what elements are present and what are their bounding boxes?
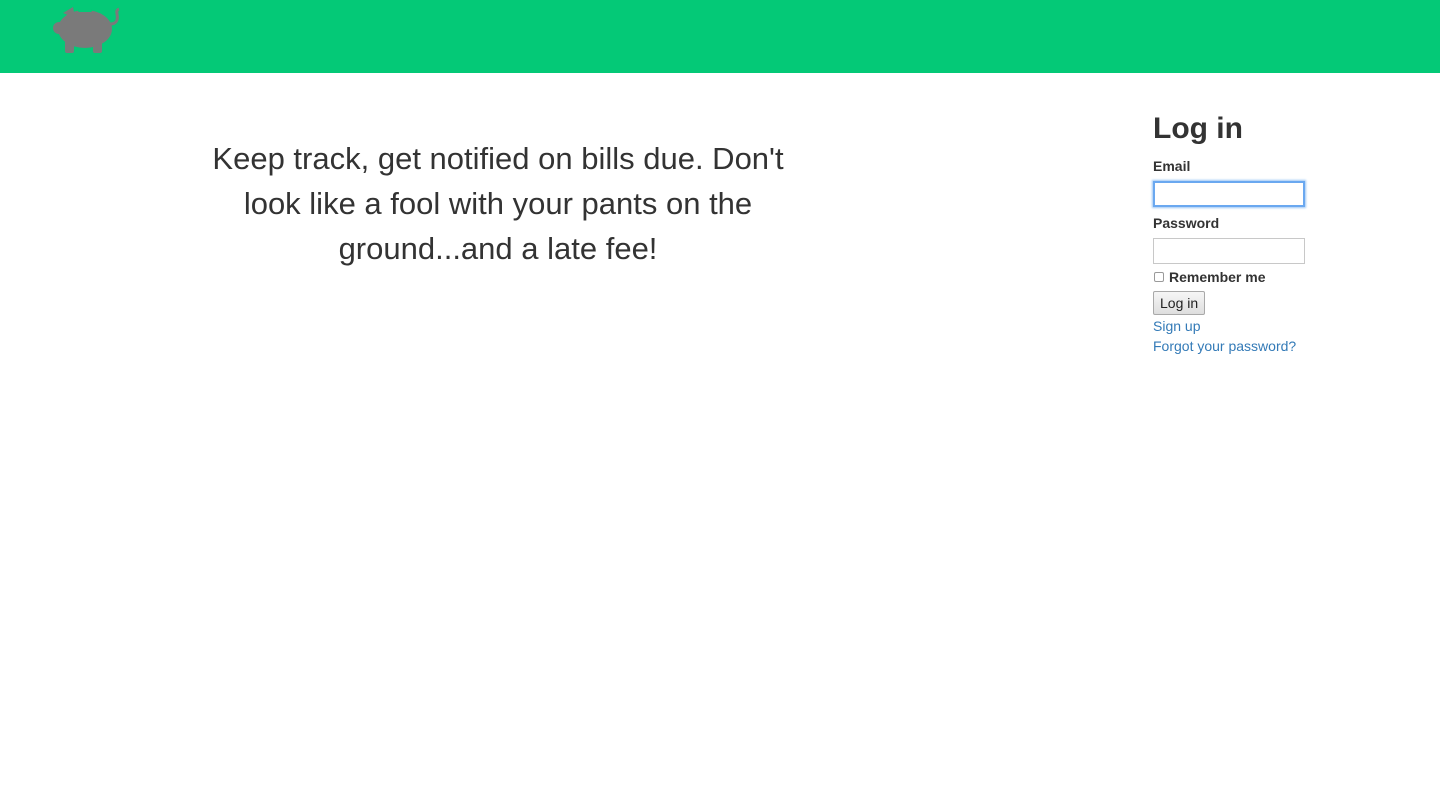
remember-me-checkbox[interactable] <box>1154 272 1164 282</box>
sign-up-link[interactable]: Sign up <box>1153 316 1393 336</box>
login-title: Log in <box>1153 112 1243 145</box>
password-label: Password <box>1153 215 1220 231</box>
login-button[interactable]: Log in <box>1153 291 1206 315</box>
email-label: Email <box>1153 158 1191 174</box>
remember-me-label[interactable]: Remember me <box>1169 269 1266 285</box>
login-form: Log in Email Password Remember me Log in… <box>1153 108 1393 356</box>
email-field[interactable] <box>1153 181 1305 207</box>
hero-tagline: Keep track, get notified on bills due. D… <box>212 141 784 266</box>
password-field[interactable] <box>1153 238 1305 264</box>
forgot-password-link[interactable]: Forgot your password? <box>1153 336 1393 356</box>
piggy-bank-icon[interactable] <box>53 4 121 54</box>
top-header <box>0 0 1440 73</box>
remember-row: Remember me <box>1153 268 1393 286</box>
